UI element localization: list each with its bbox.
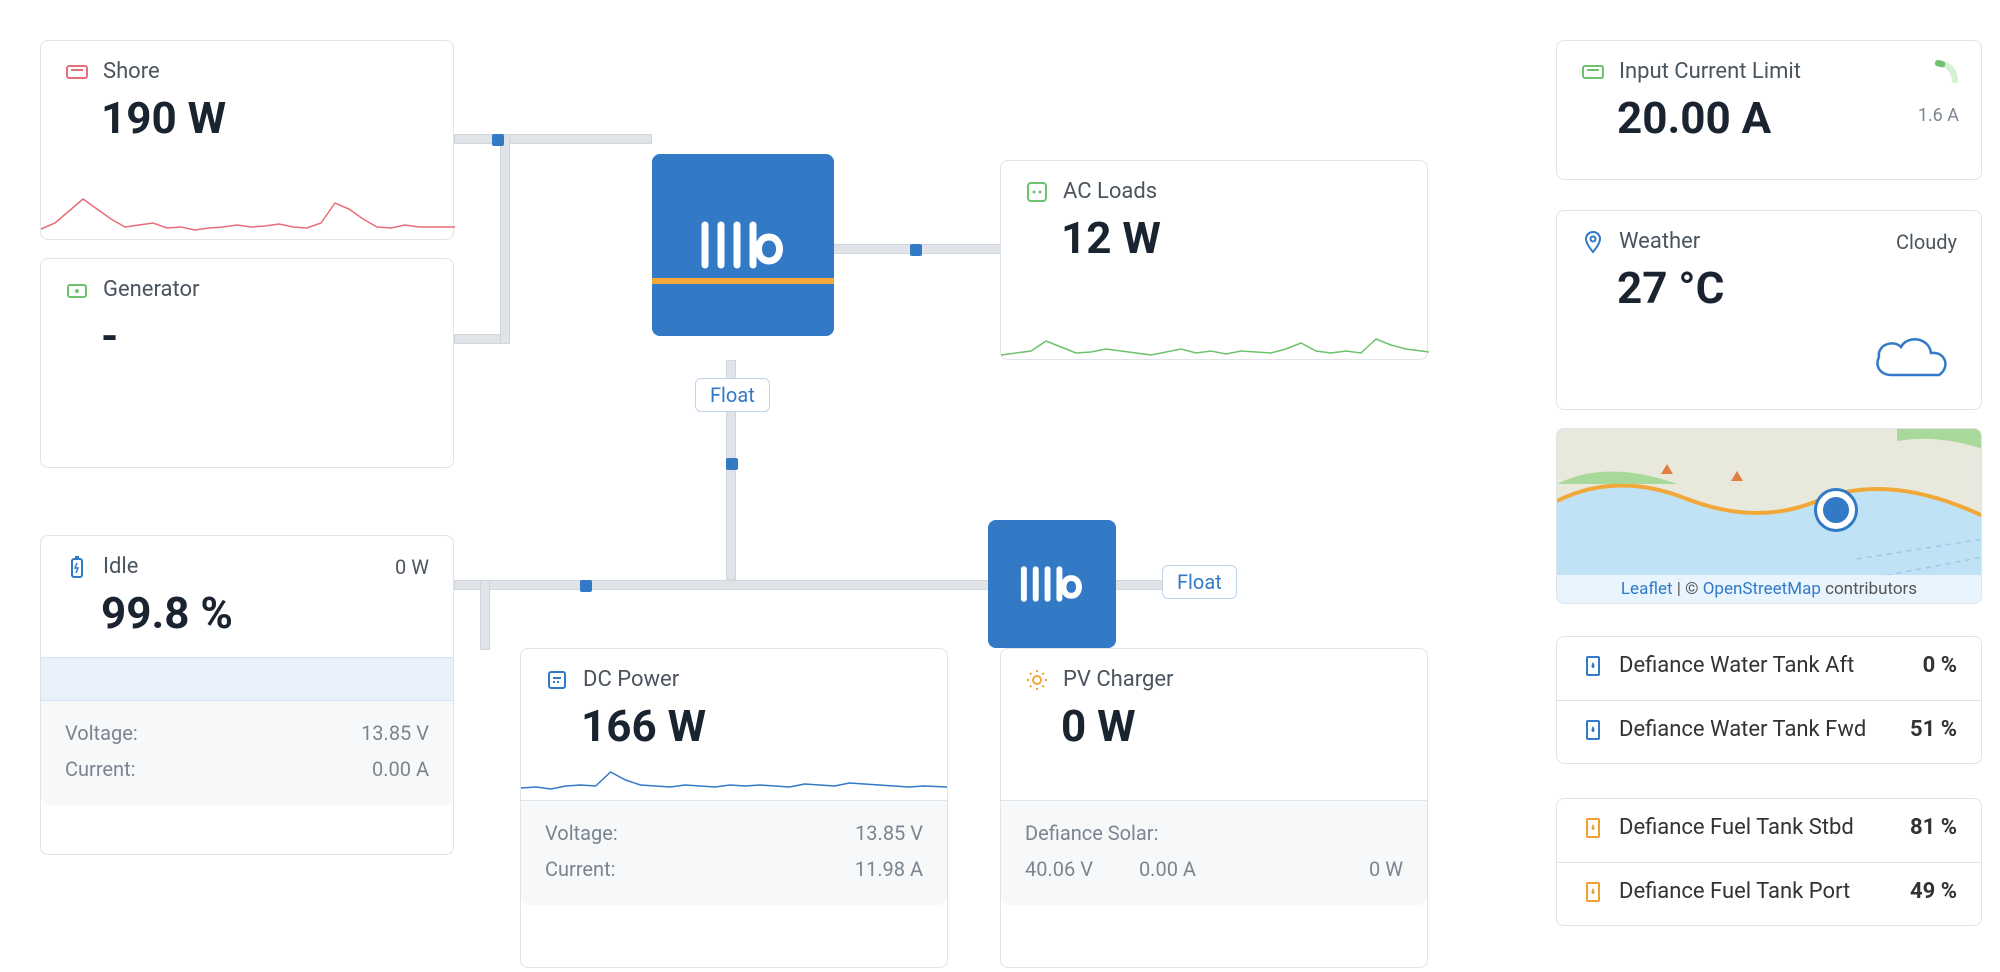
flow-line [454,580,1000,590]
shore-value: 190 W [101,92,429,144]
victron-logo-icon [1015,563,1089,605]
weather-label: Weather [1619,229,1700,254]
mppt-status-badge: Float [1162,565,1237,599]
weather-card[interactable]: Weather Cloudy 27 °C [1556,210,1982,410]
generator-icon [65,278,89,302]
cloud-icon [1867,325,1957,385]
shore-label: Shore [103,59,160,84]
tank-water-fwd-card[interactable]: Defiance Water Tank Fwd 51 % [1556,700,1982,764]
osm-link[interactable]: OpenStreetMap [1703,579,1821,599]
gauge-value: 1.6 A [1918,105,1959,126]
input-limit-value: 20.00 A [1617,92,1957,144]
flow-line [1114,580,1164,590]
generator-card[interactable]: Generator - [40,258,454,468]
battery-status-value: 0 W [395,555,429,579]
pv-array-current: 0.00 A [1139,857,1196,881]
generator-label: Generator [103,277,199,302]
tank-fuel-stbd-card[interactable]: Defiance Fuel Tank Stbd 81 % [1556,798,1982,862]
location-icon [1581,230,1605,254]
map-card[interactable]: Leaflet | © OpenStreetMap contributors [1556,428,1982,604]
tank-icon [1581,718,1605,742]
pv-array-voltage: 40.06 V [1025,857,1093,881]
tank-water-aft-card[interactable]: Defiance Water Tank Aft 0 % [1556,636,1982,700]
tank-icon [1581,880,1605,904]
map-marker [1817,491,1855,529]
shore-icon [65,60,89,84]
input-limit-label: Input Current Limit [1619,59,1801,84]
battery-current-value: 0.00 A [372,757,429,781]
shore-card[interactable]: Shore 190 W [40,40,454,240]
pv-array-label: Defiance Solar: [1025,821,1158,845]
flow-line [454,134,652,144]
tank-label: Defiance Fuel Tank Port [1619,879,1850,904]
tank-value: 0 % [1923,653,1957,678]
acloads-value: 12 W [1061,212,1403,264]
dcpower-value: 166 W [581,700,923,752]
flow-line [500,134,510,344]
tank-label: Defiance Fuel Tank Stbd [1619,815,1854,840]
battery-voltage-value: 13.85 V [361,721,429,745]
tank-fuel-port-card[interactable]: Defiance Fuel Tank Port 49 % [1556,862,1982,926]
flow-dot [910,244,922,256]
acloads-label: AC Loads [1063,179,1157,204]
sun-icon [1025,668,1049,692]
acloads-icon [1025,180,1049,204]
dcpower-voltage-label: Voltage: [545,821,618,845]
tank-label: Defiance Water Tank Fwd [1619,717,1866,742]
leaflet-link[interactable]: Leaflet [1621,579,1673,599]
tank-icon [1581,654,1605,678]
flow-line [480,580,490,650]
limit-icon [1581,60,1605,84]
victron-logo-icon [693,217,793,273]
battery-soc: 99.8 % [101,587,429,639]
tank-value: 81 % [1910,815,1957,840]
tank-icon [1581,816,1605,840]
weather-temperature: 27 °C [1617,262,1957,314]
tank-value: 51 % [1910,717,1957,742]
pvcharger-card[interactable]: PV Charger 0 W Defiance Solar: 40.06 V 0… [1000,648,1428,968]
battery-current-label: Current: [65,757,135,781]
tank-label: Defiance Water Tank Aft [1619,653,1854,678]
dc-icon [545,668,569,692]
dcpower-card[interactable]: DC Power 166 W Voltage: 13.85 V Current:… [520,648,948,968]
pvcharger-label: PV Charger [1063,667,1173,692]
gauge-icon [1917,59,1959,101]
input-limit-card[interactable]: Input Current Limit 20.00 A 1.6 A [1556,40,1982,180]
flow-dot [580,580,592,592]
weather-condition: Cloudy [1896,230,1957,254]
tank-value: 49 % [1910,879,1957,904]
acloads-card[interactable]: AC Loads 12 W [1000,160,1428,360]
battery-card[interactable]: Idle 0 W 99.8 % Voltage: 13.85 V Current… [40,535,454,855]
acloads-sparkline [1001,311,1429,359]
dcpower-current-value: 11.98 A [855,857,923,881]
mppt-box[interactable] [988,520,1116,648]
battery-icon [65,555,89,579]
inverter-status-badge: Float [695,378,770,412]
pv-array-power: 0 W [1369,857,1403,881]
battery-voltage-label: Voltage: [65,721,138,745]
map-attribution: Leaflet | © OpenStreetMap contributors [1557,575,1981,603]
dcpower-voltage-value: 13.85 V [855,821,923,845]
shore-sparkline [41,191,455,239]
inverter-box[interactable] [652,154,834,336]
dcpower-current-label: Current: [545,857,615,881]
flow-dot [726,458,738,470]
generator-value: - [101,310,429,362]
battery-status-label: Idle [103,554,138,579]
pvcharger-value: 0 W [1061,700,1403,752]
dcpower-sparkline [521,752,947,800]
flow-dot [492,134,504,146]
dcpower-label: DC Power [583,667,679,692]
